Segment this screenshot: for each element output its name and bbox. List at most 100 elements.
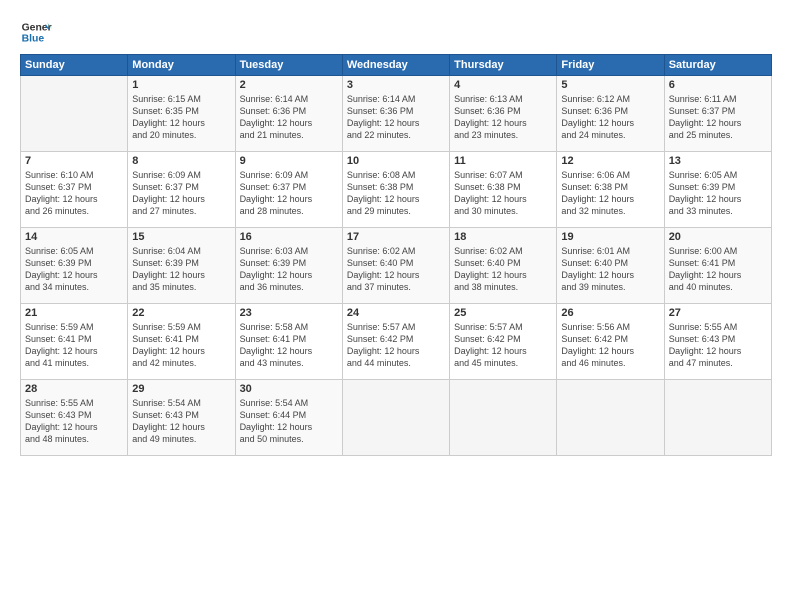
day-number: 3 (347, 79, 445, 91)
logo: General Blue (20, 16, 56, 48)
day-number: 7 (25, 155, 123, 167)
calendar-cell: 10Sunrise: 6:08 AM Sunset: 6:38 PM Dayli… (342, 152, 449, 228)
cell-info: Sunrise: 6:07 AM Sunset: 6:38 PM Dayligh… (454, 169, 552, 218)
day-number: 17 (347, 231, 445, 243)
cell-info: Sunrise: 5:59 AM Sunset: 6:41 PM Dayligh… (25, 321, 123, 370)
calendar-cell: 7 Sunrise: 6:10 AM Sunset: 6:37 PM Daylig… (21, 152, 128, 228)
day-number: 19 (561, 231, 659, 243)
weekday-header-friday: Friday (557, 55, 664, 76)
cell-info: Sunrise: 6:14 AM Sunset: 6:36 PM Dayligh… (240, 93, 338, 142)
calendar-week-3: 14 Sunrise: 6:05 AM Sunset: 6:39 PM Dayli… (21, 228, 772, 304)
calendar-cell: 27 Sunrise: 5:55 AM Sunset: 6:43 PM Dayli… (664, 304, 771, 380)
day-number: 6 (669, 79, 767, 91)
cell-info: Sunrise: 6:09 AM Sunset: 6:37 PM Dayligh… (240, 169, 338, 218)
weekday-header-saturday: Saturday (664, 55, 771, 76)
cell-info: Sunrise: 6:15 AM Sunset: 6:35 PM Dayligh… (132, 93, 230, 142)
header: General Blue (20, 16, 772, 48)
calendar-cell: 17 Sunrise: 6:02 AM Sunset: 6:40 PM Dayli… (342, 228, 449, 304)
day-number: 12 (561, 155, 659, 167)
day-number: 16 (240, 231, 338, 243)
day-number: 27 (669, 307, 767, 319)
day-number: 28 (25, 383, 123, 395)
calendar-cell: 3 Sunrise: 6:14 AM Sunset: 6:36 PM Daylig… (342, 76, 449, 152)
calendar-cell: 13Sunrise: 6:05 AM Sunset: 6:39 PM Dayli… (664, 152, 771, 228)
cell-info: Sunrise: 6:01 AM Sunset: 6:40 PM Dayligh… (561, 245, 659, 294)
calendar-cell: 18 Sunrise: 6:02 AM Sunset: 6:40 PM Dayli… (450, 228, 557, 304)
day-number: 14 (25, 231, 123, 243)
cell-info: Sunrise: 6:00 AM Sunset: 6:41 PM Dayligh… (669, 245, 767, 294)
cell-info: Sunrise: 5:58 AM Sunset: 6:41 PM Dayligh… (240, 321, 338, 370)
weekday-header-row: SundayMondayTuesdayWednesdayThursdayFrid… (21, 55, 772, 76)
day-number: 26 (561, 307, 659, 319)
weekday-header-tuesday: Tuesday (235, 55, 342, 76)
cell-info: Sunrise: 5:55 AM Sunset: 6:43 PM Dayligh… (669, 321, 767, 370)
day-number: 23 (240, 307, 338, 319)
cell-info: Sunrise: 6:04 AM Sunset: 6:39 PM Dayligh… (132, 245, 230, 294)
cell-info: Sunrise: 6:10 AM Sunset: 6:37 PM Dayligh… (25, 169, 123, 218)
cell-info: Sunrise: 5:54 AM Sunset: 6:44 PM Dayligh… (240, 397, 338, 446)
calendar-cell: 19 Sunrise: 6:01 AM Sunset: 6:40 PM Dayli… (557, 228, 664, 304)
day-number: 20 (669, 231, 767, 243)
day-number: 8 (132, 155, 230, 167)
day-number: 4 (454, 79, 552, 91)
calendar-cell: 29 Sunrise: 5:54 AM Sunset: 6:43 PM Dayli… (128, 380, 235, 456)
calendar-week-2: 7 Sunrise: 6:10 AM Sunset: 6:37 PM Daylig… (21, 152, 772, 228)
calendar-cell: 15 Sunrise: 6:04 AM Sunset: 6:39 PM Dayli… (128, 228, 235, 304)
calendar-cell: 5 Sunrise: 6:12 AM Sunset: 6:36 PM Daylig… (557, 76, 664, 152)
cell-info: Sunrise: 6:03 AM Sunset: 6:39 PM Dayligh… (240, 245, 338, 294)
cell-info: Sunrise: 6:14 AM Sunset: 6:36 PM Dayligh… (347, 93, 445, 142)
day-number: 2 (240, 79, 338, 91)
calendar-cell: 1 Sunrise: 6:15 AM Sunset: 6:35 PM Daylig… (128, 76, 235, 152)
calendar-cell: 22Sunrise: 5:59 AM Sunset: 6:41 PM Dayli… (128, 304, 235, 380)
cell-info: Sunrise: 6:11 AM Sunset: 6:37 PM Dayligh… (669, 93, 767, 142)
calendar-cell: 12 Sunrise: 6:06 AM Sunset: 6:38 PM Dayli… (557, 152, 664, 228)
day-number: 15 (132, 231, 230, 243)
calendar-cell: 6 Sunrise: 6:11 AM Sunset: 6:37 PM Daylig… (664, 76, 771, 152)
cell-info: Sunrise: 6:05 AM Sunset: 6:39 PM Dayligh… (25, 245, 123, 294)
calendar-cell: 14 Sunrise: 6:05 AM Sunset: 6:39 PM Dayli… (21, 228, 128, 304)
calendar-cell: 9 Sunrise: 6:09 AM Sunset: 6:37 PM Daylig… (235, 152, 342, 228)
cell-info: Sunrise: 5:54 AM Sunset: 6:43 PM Dayligh… (132, 397, 230, 446)
calendar-week-1: 1 Sunrise: 6:15 AM Sunset: 6:35 PM Daylig… (21, 76, 772, 152)
cell-info: Sunrise: 6:09 AM Sunset: 6:37 PM Dayligh… (132, 169, 230, 218)
calendar-cell: 21 Sunrise: 5:59 AM Sunset: 6:41 PM Dayli… (21, 304, 128, 380)
calendar-cell (557, 380, 664, 456)
cell-info: Sunrise: 6:08 AM Sunset: 6:38 PM Dayligh… (347, 169, 445, 218)
day-number: 11 (454, 155, 552, 167)
day-number: 25 (454, 307, 552, 319)
cell-info: Sunrise: 5:56 AM Sunset: 6:42 PM Dayligh… (561, 321, 659, 370)
calendar-cell: 4 Sunrise: 6:13 AM Sunset: 6:36 PM Daylig… (450, 76, 557, 152)
cell-info: Sunrise: 6:02 AM Sunset: 6:40 PM Dayligh… (347, 245, 445, 294)
calendar-cell (450, 380, 557, 456)
cell-info: Sunrise: 6:12 AM Sunset: 6:36 PM Dayligh… (561, 93, 659, 142)
day-number: 30 (240, 383, 338, 395)
calendar-cell: 25 Sunrise: 5:57 AM Sunset: 6:42 PM Dayli… (450, 304, 557, 380)
calendar-cell: 23 Sunrise: 5:58 AM Sunset: 6:41 PM Dayli… (235, 304, 342, 380)
calendar-cell: 11 Sunrise: 6:07 AM Sunset: 6:38 PM Dayli… (450, 152, 557, 228)
logo-icon: General Blue (20, 16, 52, 48)
cell-info: Sunrise: 6:05 AM Sunset: 6:39 PM Dayligh… (669, 169, 767, 218)
cell-info: Sunrise: 5:55 AM Sunset: 6:43 PM Dayligh… (25, 397, 123, 446)
calendar-cell: 16 Sunrise: 6:03 AM Sunset: 6:39 PM Dayli… (235, 228, 342, 304)
calendar-week-4: 21 Sunrise: 5:59 AM Sunset: 6:41 PM Dayli… (21, 304, 772, 380)
cell-info: Sunrise: 6:02 AM Sunset: 6:40 PM Dayligh… (454, 245, 552, 294)
day-number: 18 (454, 231, 552, 243)
cell-info: Sunrise: 6:13 AM Sunset: 6:36 PM Dayligh… (454, 93, 552, 142)
cell-info: Sunrise: 6:06 AM Sunset: 6:38 PM Dayligh… (561, 169, 659, 218)
day-number: 5 (561, 79, 659, 91)
day-number: 29 (132, 383, 230, 395)
calendar-week-5: 28 Sunrise: 5:55 AM Sunset: 6:43 PM Dayli… (21, 380, 772, 456)
calendar-cell: 2 Sunrise: 6:14 AM Sunset: 6:36 PM Daylig… (235, 76, 342, 152)
day-number: 1 (132, 79, 230, 91)
svg-text:Blue: Blue (22, 34, 45, 45)
day-number: 21 (25, 307, 123, 319)
weekday-header-monday: Monday (128, 55, 235, 76)
cell-info: Sunrise: 5:57 AM Sunset: 6:42 PM Dayligh… (454, 321, 552, 370)
cell-info: Sunrise: 5:57 AM Sunset: 6:42 PM Dayligh… (347, 321, 445, 370)
day-number: 9 (240, 155, 338, 167)
cell-info: Sunrise: 5:59 AM Sunset: 6:41 PM Dayligh… (132, 321, 230, 370)
calendar-cell (21, 76, 128, 152)
calendar-cell: 20 Sunrise: 6:00 AM Sunset: 6:41 PM Dayli… (664, 228, 771, 304)
weekday-header-thursday: Thursday (450, 55, 557, 76)
calendar-cell: 26 Sunrise: 5:56 AM Sunset: 6:42 PM Dayli… (557, 304, 664, 380)
